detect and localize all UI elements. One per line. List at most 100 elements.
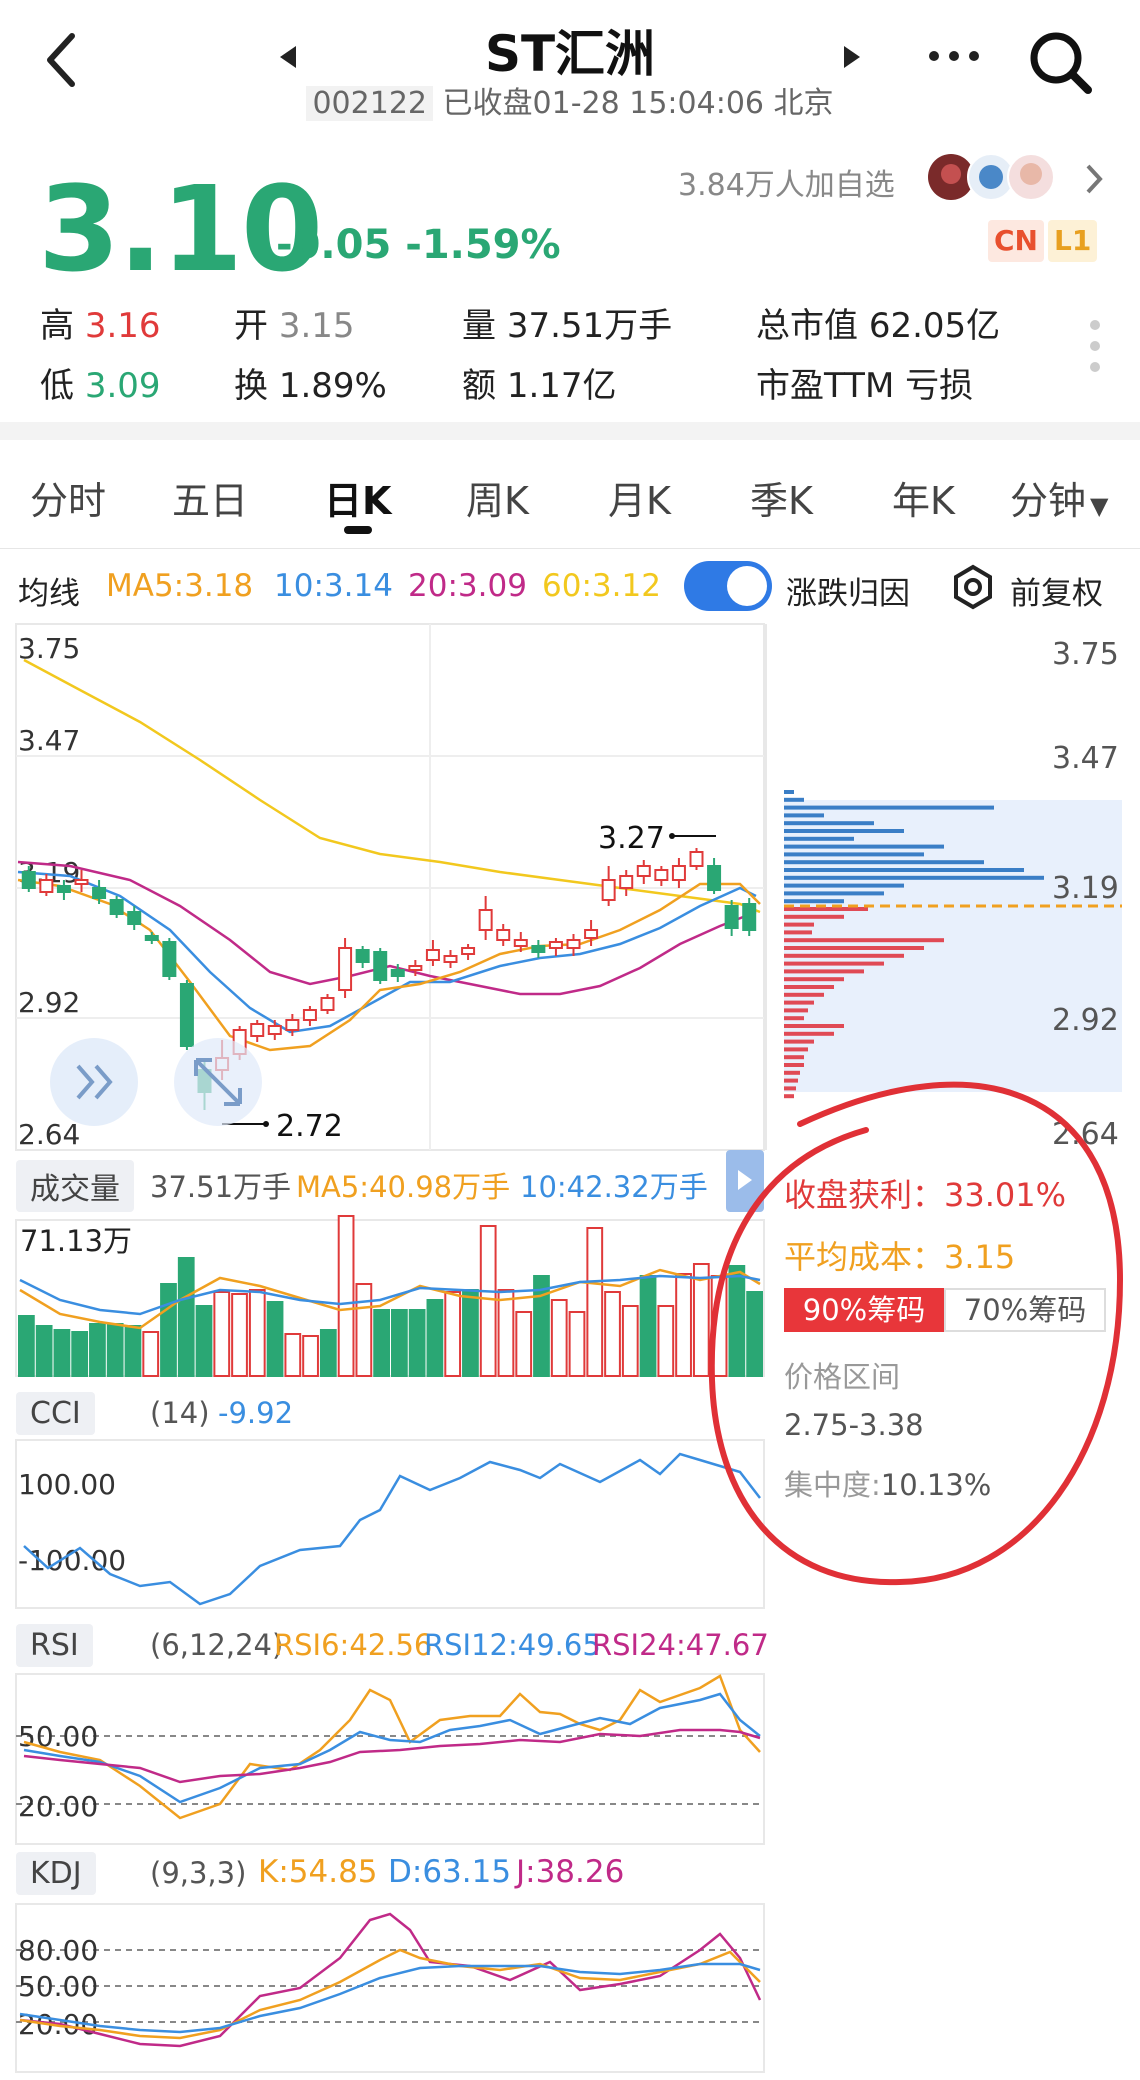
candle-body [162,941,177,977]
stat-turnover: 换 1.89% [234,366,387,406]
tab-rik[interactable]: 日K [324,470,391,525]
adjust-label[interactable]: 前复权 [1010,568,1103,613]
chip-bar [784,992,824,997]
volume-bar [160,1283,177,1377]
tab-jik[interactable]: 季K [750,470,813,525]
candle-body [109,899,124,915]
tab-fenzhong[interactable]: 分钟 ▼ [1010,470,1108,525]
chip-bar [784,1086,796,1091]
volume-bar [284,1333,302,1377]
low-leader-dot [263,1121,269,1127]
volume-bar [675,1273,692,1377]
volume-bar [319,1329,337,1377]
volume-bar [18,1315,35,1377]
chip-bar [784,946,924,950]
kdj-j-value: J:38.26 [516,1854,625,1890]
volume-bar [231,1293,248,1377]
chip-bar [784,1078,798,1083]
cci-axis-label: 100.00 [18,1468,116,1501]
attribution-toggle[interactable] [684,561,772,611]
chip-bar [784,1094,794,1099]
rsi12-line [23,1692,761,1804]
chip-bar [784,813,824,818]
more-button[interactable] [926,48,982,68]
chip-tab-90[interactable]: 90%筹码 [784,1288,944,1332]
candle-body [443,955,458,963]
chip-tab-70[interactable]: 70%筹码 [944,1288,1106,1332]
chip-bar [784,961,884,966]
volume-bar [515,1311,533,1377]
kdj-frame [15,1903,765,2073]
chevron-right-icon [1086,164,1103,194]
volume-bar [213,1291,231,1377]
candle-body [302,1009,317,1021]
kdj-panel-label[interactable]: KDJ [16,1852,96,1895]
kdj-axis-label: 80.00 [18,1934,98,1967]
section-divider [0,422,1140,440]
search-button[interactable] [1026,28,1096,102]
volume-bar [106,1323,124,1377]
candle-body [21,871,36,889]
vertical-dots-icon [1090,320,1100,372]
cci-panel-label[interactable]: CCI [16,1392,95,1435]
candle-body [584,929,599,939]
kline-high-label: 3.27 [598,821,665,856]
kdj-d-value: D:63.15 [388,1854,512,1890]
avatar-group-icon [928,153,1055,201]
chip-bar [784,914,844,919]
volume-panel-label[interactable]: 成交量 [16,1160,134,1212]
chip-bar [784,891,884,896]
candle-body [724,905,739,929]
chip-bar [784,790,794,794]
followers-chevron[interactable] [1084,162,1104,200]
kline-low-label: 2.72 [276,1109,343,1144]
volume-bar [89,1323,106,1377]
candle-body [285,1019,300,1031]
rsi-param: (6,12,24) [150,1628,284,1662]
candle-body [267,1025,282,1035]
volume-bar [497,1289,515,1377]
candle-body [320,997,335,1011]
candle-body [92,887,107,899]
market-status: 002122 已收盘01-28 15:04:06 北京 [0,78,1140,122]
ma-label: 均线 [18,576,80,612]
volume-ma10: 10:42.32万手 [520,1170,708,1204]
rsi-axis-label: 50.00 [18,1720,98,1753]
tab-fenshi[interactable]: 分时 [30,470,106,525]
ma60-value: 60:3.12 [542,568,661,604]
chip-bar [784,922,814,927]
candle-body [671,865,686,881]
adjust-button[interactable] [950,564,996,614]
chip-bar [784,829,904,833]
stats-more-button[interactable] [1088,318,1102,378]
stock-code: 002122 [306,86,433,121]
chip-avg-cost: 平均成本：3.15 [784,1238,1016,1276]
chip-axis-label: 3.47 [1052,741,1119,776]
stat-mktcap: 总市值 62.05亿 [756,306,1001,346]
volume-ma5: MA5:40.98万手 [296,1170,511,1204]
rsi-panel-label[interactable]: RSI [16,1624,93,1667]
chip-bar [784,1070,800,1075]
attribution-label: 涨跌归因 [786,576,910,612]
candle-body [56,885,71,893]
candle-body [390,969,405,977]
next-stock-button[interactable] [840,44,864,74]
follower-avatars[interactable] [926,152,1066,202]
volume-bar [248,1289,266,1377]
volume-bar [373,1309,391,1377]
chip-bar [784,875,1044,880]
candle-body [654,869,669,881]
tab-niank[interactable]: 年K [892,470,955,525]
candle-body [742,903,757,931]
chip-range-value: 2.75-3.38 [784,1408,924,1442]
volume-bar [142,1331,160,1377]
candle-body [39,879,54,893]
tab-wuri[interactable]: 五日 [172,470,248,525]
tab-yuek[interactable]: 月K [608,470,671,525]
candle-body [144,935,159,941]
followers-count[interactable]: 3.84万人加自选 [678,160,895,204]
tab-zhouk[interactable]: 周K [466,470,529,525]
volume-max: 71.13万 [20,1224,133,1258]
kline-axis-label: 2.64 [18,1118,80,1151]
chip-bar [784,821,874,826]
